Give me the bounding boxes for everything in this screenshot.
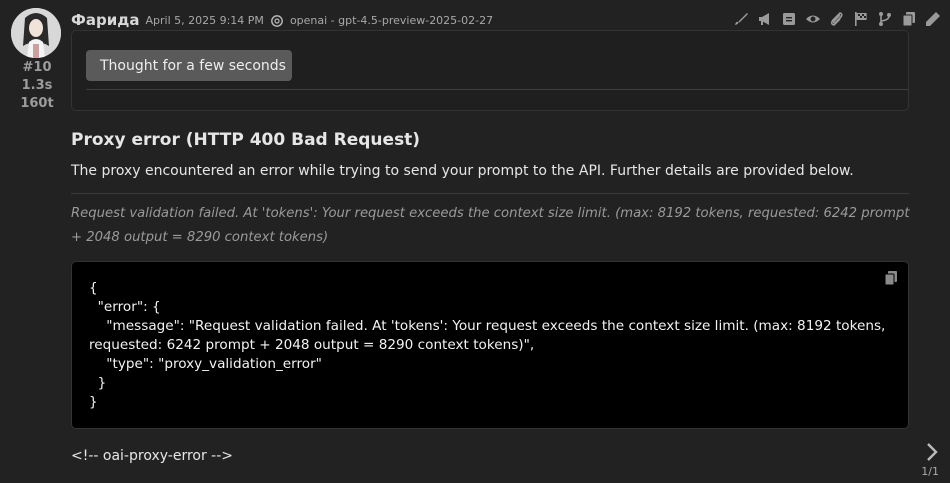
eye-icon[interactable]: [803, 10, 822, 27]
avatar[interactable]: [11, 8, 61, 58]
message-timer: 1.3s: [21, 78, 53, 93]
copy-code-icon[interactable]: [884, 270, 898, 286]
error-title: Proxy error (HTTP 400 Bad Request): [71, 130, 421, 150]
message-date: April 5, 2025 9:14 PM: [145, 13, 264, 27]
copy-icon[interactable]: [899, 10, 918, 27]
megaphone-icon[interactable]: [755, 10, 774, 27]
message-id: #10: [22, 60, 52, 75]
note-icon[interactable]: [779, 10, 798, 27]
code-block: { "error": { "message": "Request validat…: [71, 261, 909, 429]
openai-icon: [270, 13, 284, 27]
error-footer: <!-- oai-proxy-error -->: [71, 448, 234, 464]
swipe-counter: 1/1: [921, 465, 939, 478]
branch-icon[interactable]: [875, 10, 894, 27]
paperclip-icon[interactable]: [827, 10, 846, 27]
flag-icon[interactable]: [851, 10, 870, 27]
message-token-count: 160t: [20, 96, 54, 111]
reasoning-toggle-button[interactable]: Thought for a few seconds: [86, 50, 292, 81]
error-detail: Request validation failed. At 'tokens': …: [71, 206, 910, 245]
brush-icon[interactable]: [731, 10, 750, 27]
message-actions: [731, 10, 942, 27]
error-description: The proxy encountered an error while try…: [71, 163, 854, 179]
divider: [86, 89, 908, 90]
divider: [71, 193, 909, 194]
message-header: Фарида April 5, 2025 9:14 PM openai - gp…: [71, 10, 493, 30]
reasoning-block: Thought for a few seconds: [71, 30, 909, 111]
author-name[interactable]: Фарида: [71, 11, 139, 29]
code-content: { "error": { "message": "Request validat…: [89, 280, 886, 410]
model-name: openai - gpt-4.5-preview-2025-02-27: [289, 13, 494, 27]
swipe-right-icon[interactable]: [925, 442, 939, 462]
edit-icon[interactable]: [923, 10, 942, 27]
message-meta: #10 1.3s 160t: [18, 59, 56, 113]
